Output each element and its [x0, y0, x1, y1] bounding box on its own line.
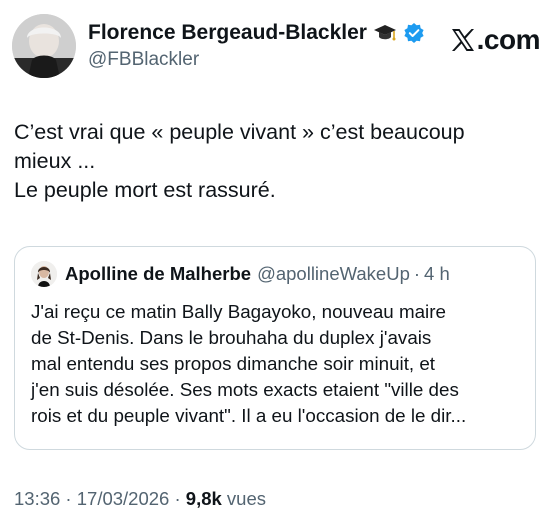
quoted-author-avatar[interactable] — [31, 261, 57, 287]
views-count: 9,8k — [185, 488, 222, 509]
tweet-timestamp[interactable]: 13:36 · 17/03/2026 · — [14, 488, 186, 509]
quoted-tweet[interactable]: Apolline de Malherbe @apollineWakeUp · 4… — [14, 246, 536, 450]
verified-badge-icon — [403, 22, 425, 44]
author-handle[interactable]: @FBBlackler — [88, 48, 448, 72]
quoted-separator: · — [413, 263, 421, 284]
author-info: Florence Bergeaud-Blackler @FBBlackler — [88, 20, 448, 72]
quoted-author-name[interactable]: Apolline de Malherbe — [65, 263, 251, 285]
quoted-line: j'en suis désolée. Ses mots exacts etaie… — [31, 379, 459, 400]
tweet-meta: 13:36 · 17/03/2026 · 9,8k vues — [14, 488, 266, 510]
tweet-line: mieux ... — [14, 149, 96, 173]
tweet-line: C’est vrai que « peuple vivant » c’est b… — [14, 120, 465, 144]
tweet-header: Florence Bergeaud-Blackler @FBBlackler .… — [12, 14, 541, 82]
x-logo-icon — [450, 27, 476, 53]
quoted-line: de St-Denis. Dans le brouhaha du duplex … — [31, 327, 432, 348]
author-name-row: Florence Bergeaud-Blackler — [88, 20, 448, 46]
x-brand-watermark: .com — [450, 24, 541, 56]
views-label: vues — [221, 488, 267, 509]
tweet-text: C’est vrai que « peuple vivant » c’est b… — [14, 118, 538, 205]
quoted-author-handle[interactable]: @apollineWakeUp — [257, 263, 410, 285]
tweet-line: Le peuple mort est rassuré. — [14, 178, 276, 202]
quoted-line: J'ai reçu ce matin Bally Bagayoko, nouve… — [31, 301, 446, 322]
quoted-timestamp[interactable]: 4 h — [424, 263, 450, 285]
quoted-tweet-text: J'ai reçu ce matin Bally Bagayoko, nouve… — [31, 299, 525, 429]
quoted-line: rois et du peuple vivant". Il a eu l'occ… — [31, 405, 467, 426]
quoted-line: mal entendu ses propos dimanche soir min… — [31, 353, 436, 374]
author-avatar[interactable] — [12, 14, 76, 78]
quoted-tweet-header: Apolline de Malherbe @apollineWakeUp · 4… — [31, 261, 450, 287]
brand-label: .com — [476, 24, 541, 55]
graduation-cap-icon — [373, 22, 397, 44]
author-display-name[interactable]: Florence Bergeaud-Blackler — [88, 20, 367, 46]
